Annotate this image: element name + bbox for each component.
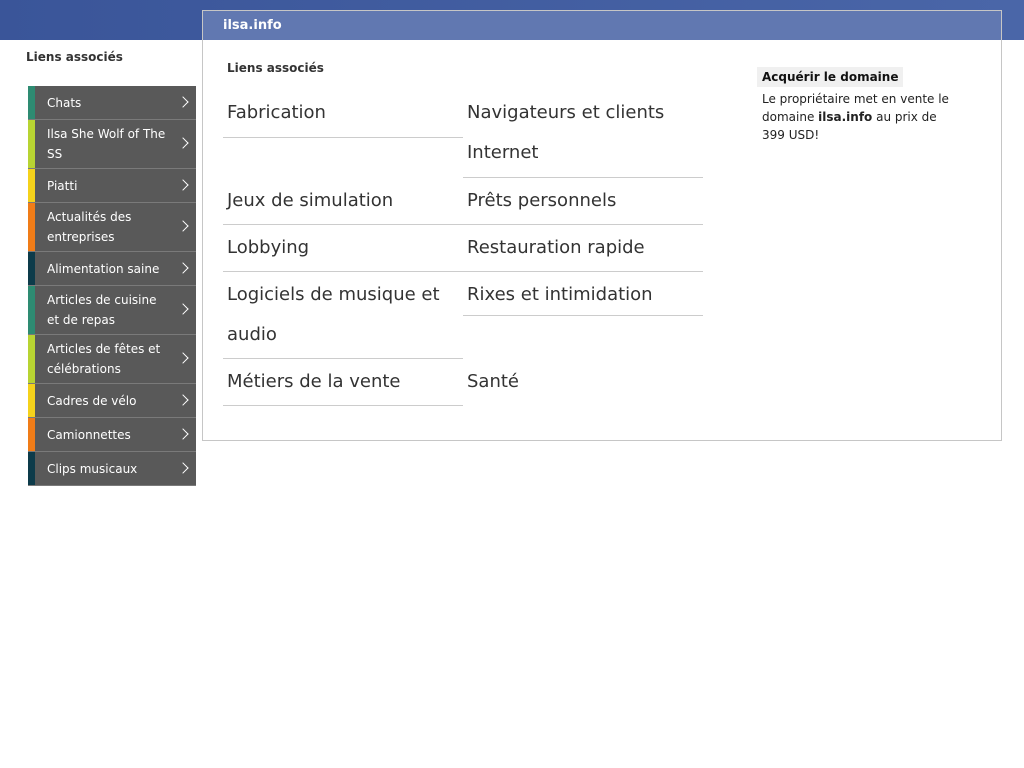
sidebar-menu: Chats Ilsa She Wolf of The SS Piatti Act… bbox=[28, 86, 196, 486]
sidebar-item-label: Piatti bbox=[47, 178, 78, 193]
sidebar-item-alimentation[interactable]: Alimentation saine bbox=[28, 252, 196, 286]
color-stripe bbox=[28, 335, 35, 383]
chevron-right-icon bbox=[177, 261, 189, 274]
color-stripe bbox=[28, 120, 35, 168]
link-fabrication[interactable]: Fabrication bbox=[223, 93, 463, 138]
chevron-right-icon bbox=[177, 95, 189, 108]
sidebar-item-label: Clips musicaux bbox=[47, 461, 138, 476]
link-sante[interactable]: Santé bbox=[463, 359, 703, 406]
sidebar-item-label: Articles de fêtes et célébrations bbox=[47, 342, 161, 376]
color-stripe bbox=[28, 418, 35, 451]
color-stripe bbox=[28, 252, 35, 285]
chevron-right-icon bbox=[177, 427, 189, 440]
color-stripe bbox=[28, 286, 35, 334]
chevron-right-icon bbox=[177, 303, 189, 315]
chevron-right-icon bbox=[177, 393, 189, 406]
color-stripe bbox=[28, 169, 35, 202]
link-rixes-cell-wrap: Rixes et intimidation bbox=[463, 272, 703, 359]
chevron-right-icon bbox=[177, 352, 189, 364]
sidebar-item-label: Ilsa She Wolf of The SS bbox=[47, 127, 166, 161]
sidebar-item-piatti[interactable]: Piatti bbox=[28, 169, 196, 203]
sidebar-item-articles-fetes[interactable]: Articles de fêtes et célébrations bbox=[28, 335, 196, 384]
color-stripe bbox=[28, 203, 35, 251]
color-stripe bbox=[28, 86, 35, 119]
sidebar-item-camionnettes[interactable]: Camionnettes bbox=[28, 418, 196, 452]
sidebar-item-cadres-velo[interactable]: Cadres de vélo bbox=[28, 384, 196, 418]
sidebar-item-label: Cadres de vélo bbox=[47, 393, 137, 408]
sidebar-item-chats[interactable]: Chats bbox=[28, 86, 196, 120]
link-lobbying[interactable]: Lobbying bbox=[223, 225, 463, 272]
link-prets-personnels[interactable]: Prêts personnels bbox=[463, 178, 703, 225]
sidebar-item-actualites[interactable]: Actualités des entreprises bbox=[28, 203, 196, 252]
sidebar-item-label: Chats bbox=[47, 95, 82, 110]
sidebar-item-label: Alimentation saine bbox=[47, 261, 160, 276]
link-restauration-rapide[interactable]: Restauration rapide bbox=[463, 225, 703, 272]
related-links-grid: Fabrication Navigateurs et clients Inter… bbox=[223, 93, 703, 406]
chevron-right-icon bbox=[177, 220, 189, 232]
color-stripe bbox=[28, 452, 35, 485]
link-logiciels-musique[interactable]: Logiciels de musique et audio bbox=[223, 272, 463, 359]
panel-header: ilsa.info bbox=[203, 11, 1001, 40]
acquire-domain-link[interactable]: Acquérir le domaine bbox=[757, 67, 904, 87]
main-panel: ilsa.info Liens associés Fabrication Nav… bbox=[202, 10, 1002, 441]
link-rixes[interactable]: Rixes et intimidation bbox=[463, 272, 703, 316]
sidebar-item-label: Articles de cuisine et de repas bbox=[47, 293, 157, 327]
link-jeux-simulation[interactable]: Jeux de simulation bbox=[223, 178, 463, 225]
domain-name: ilsa.info bbox=[818, 110, 873, 124]
chevron-right-icon bbox=[177, 461, 189, 474]
chevron-right-icon bbox=[177, 137, 189, 149]
domain-sale-box: Acquérir le domaine Le propriétaire met … bbox=[757, 66, 957, 144]
sidebar-item-articles-cuisine[interactable]: Articles de cuisine et de repas bbox=[28, 286, 196, 335]
link-metiers-vente[interactable]: Métiers de la vente bbox=[223, 359, 463, 406]
sidebar-item-ilsa-she-wolf[interactable]: Ilsa She Wolf of The SS bbox=[28, 120, 196, 169]
sidebar-item-label: Camionnettes bbox=[47, 427, 131, 442]
sidebar-title: Liens associés bbox=[26, 50, 123, 64]
chevron-right-icon bbox=[177, 178, 189, 191]
link-navigateurs[interactable]: Navigateurs et clients Internet bbox=[463, 93, 703, 178]
panel-heading: Liens associés bbox=[227, 61, 324, 75]
domain-sale-text: Le propriétaire met en vente le domaine … bbox=[757, 90, 957, 144]
sidebar-item-label: Actualités des entreprises bbox=[47, 210, 132, 244]
sidebar-item-clips-musicaux[interactable]: Clips musicaux bbox=[28, 452, 196, 486]
color-stripe bbox=[28, 384, 35, 417]
